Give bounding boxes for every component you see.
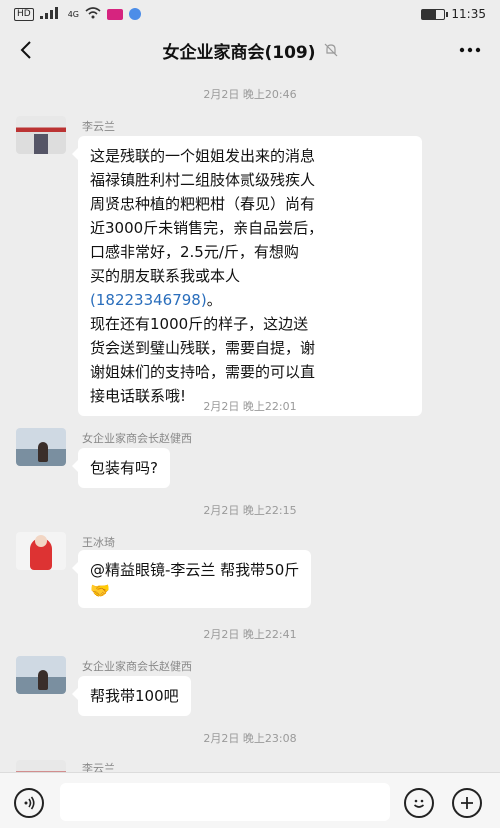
message-line: 现在还有1000斤的样子，这边送	[90, 315, 309, 333]
emoji-button[interactable]	[404, 788, 434, 818]
message-timestamp: 2月2日 晚上22:41	[203, 628, 297, 641]
voice-input-button[interactable]	[14, 788, 44, 818]
avatar[interactable]	[16, 428, 66, 466]
message-input[interactable]	[60, 783, 390, 821]
message-timestamp: 2月2日 晚上23:08	[203, 732, 297, 745]
message-line: 买的朋友联系我或本人	[90, 267, 241, 285]
app-notification-icon	[107, 8, 123, 20]
phone-link[interactable]: (18223346798)	[90, 291, 207, 309]
avatar[interactable]	[16, 532, 66, 570]
chat-header: 女企业家商会(109)	[0, 28, 500, 72]
message-line: 口感非常好，2.5元/斤，有想购	[90, 243, 299, 261]
voice-icon	[24, 796, 35, 810]
sender-name: 李云兰	[82, 120, 115, 133]
hd-icon: HD	[14, 7, 34, 21]
smiley-icon	[413, 799, 425, 808]
avatar[interactable]	[16, 760, 66, 772]
back-button[interactable]	[12, 36, 40, 64]
message-bubble[interactable]: @精益眼镜-李云兰 帮我带50斤 🤝	[71, 550, 312, 608]
more-actions-button[interactable]	[452, 788, 482, 818]
more-options-button[interactable]	[454, 36, 486, 64]
sender-name: 女企业家商会长赵健西	[82, 660, 192, 673]
message-input-bar	[0, 772, 500, 828]
status-bar: HD 4G 11:35	[0, 0, 500, 28]
message-text: 包装有吗?	[90, 459, 158, 477]
message-text: @精益眼镜-李云兰 帮我带50斤	[90, 561, 300, 579]
message-text: 帮我带100吧	[90, 687, 179, 705]
network-type: 4G	[67, 9, 79, 19]
message-line: 周贤忠种植的粑粑柑（春见）尚有	[90, 195, 316, 213]
message-line: 谢姐妹们的支持哈，需要的可以直	[90, 363, 316, 381]
message-line: 近3000斤未销售完，亲自品尝后，	[90, 219, 324, 237]
message-timestamp: 2月2日 晚上20:46	[203, 88, 297, 101]
status-time: 11:35	[451, 7, 486, 21]
message-text: 。	[206, 291, 222, 309]
message-timestamp: 2月2日 晚上22:01	[203, 400, 297, 413]
message-bubble[interactable]: 包装有吗?	[72, 448, 170, 488]
chat-message-list[interactable]: 2月2日 晚上20:46 李云兰 这是残联的一个姐姐发出来的消息 福禄镇胜利村二…	[0, 72, 500, 772]
message-line: 福禄镇胜利村二组肢体贰级残疾人	[90, 171, 316, 189]
wifi-icon	[85, 6, 101, 22]
signal-icon	[39, 6, 62, 22]
plus-icon	[461, 797, 473, 809]
handshake-emoji: 🤝	[90, 581, 110, 600]
message-bubble[interactable]: 帮我带100吧	[72, 676, 191, 716]
battery-icon	[421, 8, 449, 20]
sender-name: 女企业家商会长赵健西	[82, 432, 192, 445]
chevron-left-icon	[20, 41, 31, 59]
message-line: 货会送到璧山残联，需要自提，谢	[90, 339, 316, 357]
message-bubble[interactable]: 这是残联的一个姐姐发出来的消息 福禄镇胜利村二组肢体贰级残疾人 周贤忠种植的粑粑…	[72, 136, 422, 416]
chat-title: 女企业家商会(109)	[162, 42, 316, 63]
music-icon	[129, 8, 141, 20]
more-icon	[459, 47, 481, 53]
message-line: 这是残联的一个姐姐发出来的消息	[90, 147, 316, 165]
avatar[interactable]	[16, 656, 66, 694]
sender-name: 王冰琦	[82, 536, 115, 549]
avatar[interactable]	[16, 116, 66, 154]
message-timestamp: 2月2日 晚上22:15	[203, 504, 297, 517]
sender-name: 李云兰	[82, 762, 115, 772]
mute-bell-icon	[324, 43, 337, 57]
